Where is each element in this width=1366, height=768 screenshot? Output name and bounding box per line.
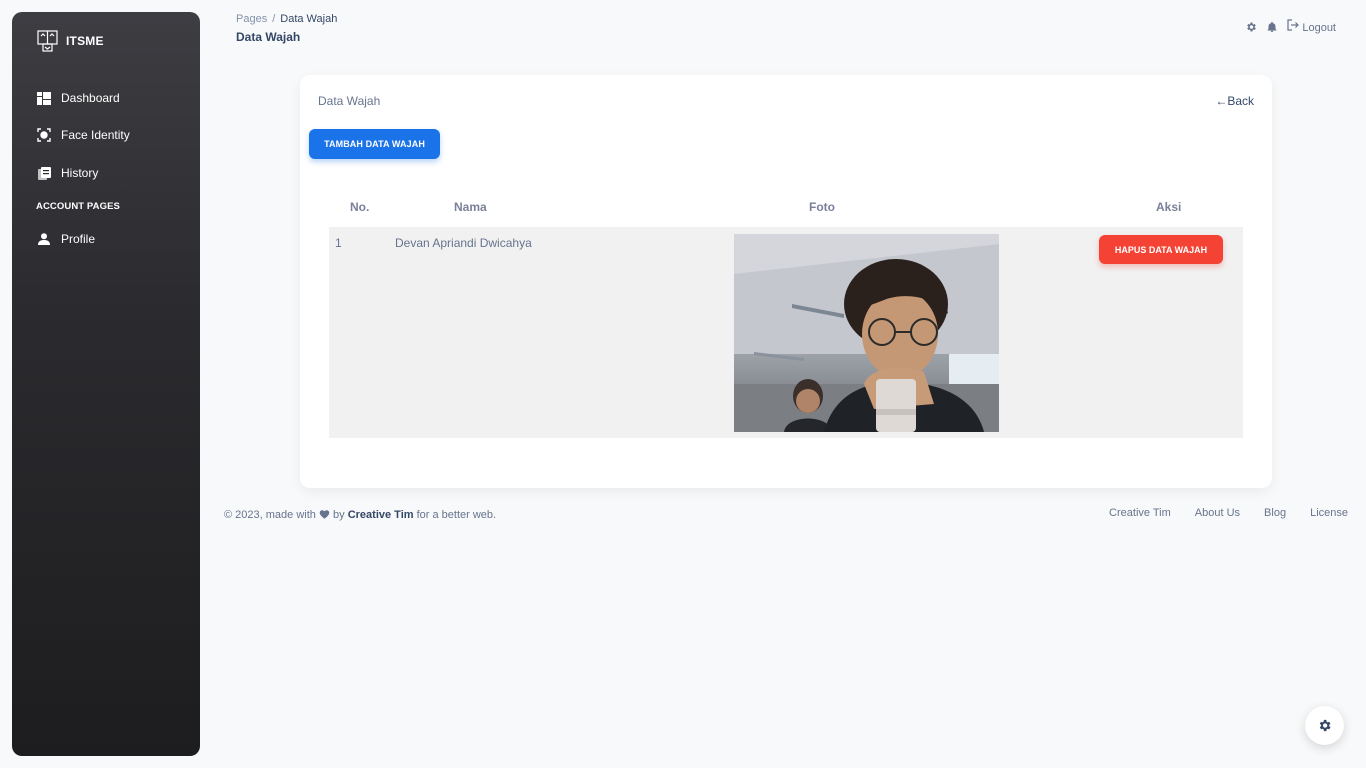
footer-link-creative-tim[interactable]: Creative Tim [1109, 507, 1171, 519]
section-label-account-pages: ACCOUNT PAGES [36, 201, 120, 212]
logout-label: Logout [1302, 22, 1336, 34]
table-header: No. Nama Foto Aksi [329, 200, 1243, 220]
cell-no: 1 [335, 236, 342, 250]
table-row: 1 Devan Apriandi Dwicahya HAPUS DATA WAJ… [329, 227, 1243, 438]
configurator-button[interactable] [1305, 706, 1344, 745]
navbar-actions: Logout [1245, 19, 1336, 34]
add-face-data-button[interactable]: TAMBAH DATA WAJAH [309, 129, 440, 159]
breadcrumb-root[interactable]: Pages [236, 13, 267, 25]
logout-button[interactable]: Logout [1287, 19, 1336, 34]
card-title: Data Wajah [318, 94, 381, 108]
delete-face-data-button[interactable]: HAPUS DATA WAJAH [1099, 235, 1223, 264]
face-scan-icon [37, 128, 51, 142]
logout-icon [1287, 19, 1300, 31]
face-photo [734, 234, 999, 432]
column-header-aksi: Aksi [1156, 200, 1182, 214]
footer-link-blog[interactable]: Blog [1264, 507, 1286, 519]
sidebar-item-label: History [61, 166, 99, 180]
dashboard-icon [37, 91, 51, 105]
brand-name: ITSME [66, 34, 104, 48]
column-header-no: No. [350, 200, 370, 214]
breadcrumb-current: Data Wajah [280, 13, 338, 25]
sidebar-item-dashboard[interactable]: Dashboard [37, 88, 120, 108]
sidebar-item-history[interactable]: History [37, 163, 98, 183]
footer-suffix: for a better web. [416, 509, 497, 521]
gear-icon [1317, 718, 1332, 733]
history-icon [37, 166, 51, 180]
footer-prefix: © 2023, made with [224, 509, 316, 521]
footer-link-about-us[interactable]: About Us [1195, 507, 1240, 519]
footer-link-license[interactable]: License [1310, 507, 1348, 519]
heart-icon [319, 509, 330, 522]
footer-links: Creative Tim About Us Blog License [1109, 507, 1348, 519]
cell-nama: Devan Apriandi Dwicahya [395, 236, 532, 250]
brand[interactable]: ITSME [37, 30, 104, 52]
person-icon [37, 232, 51, 246]
sidebar-item-face-identity[interactable]: Face Identity [37, 125, 130, 145]
footer-copyright: © 2023, made with by Creative Tim for a … [224, 509, 496, 522]
sidebar-item-label: Dashboard [61, 91, 120, 105]
page-title: Data Wajah [236, 30, 301, 44]
back-link[interactable]: ←Back [1215, 94, 1254, 108]
column-header-nama: Nama [454, 200, 487, 214]
sidebar: ITSME Dashboard Face Identity History AC… [12, 12, 200, 756]
brand-logo-icon [37, 30, 58, 52]
breadcrumb-separator: / [272, 13, 276, 25]
gear-icon[interactable] [1245, 21, 1257, 33]
bell-icon[interactable] [1266, 21, 1278, 33]
sidebar-item-label: Profile [61, 232, 96, 246]
footer-author-link[interactable]: Creative Tim [348, 509, 414, 521]
data-wajah-card: Data Wajah ←Back TAMBAH DATA WAJAH No. N… [300, 75, 1272, 488]
column-header-foto: Foto [809, 200, 835, 214]
sidebar-item-label: Face Identity [61, 128, 130, 142]
footer-by: by [333, 509, 345, 521]
sidebar-item-profile[interactable]: Profile [37, 229, 95, 249]
breadcrumb: Pages / Data Wajah [236, 13, 337, 25]
